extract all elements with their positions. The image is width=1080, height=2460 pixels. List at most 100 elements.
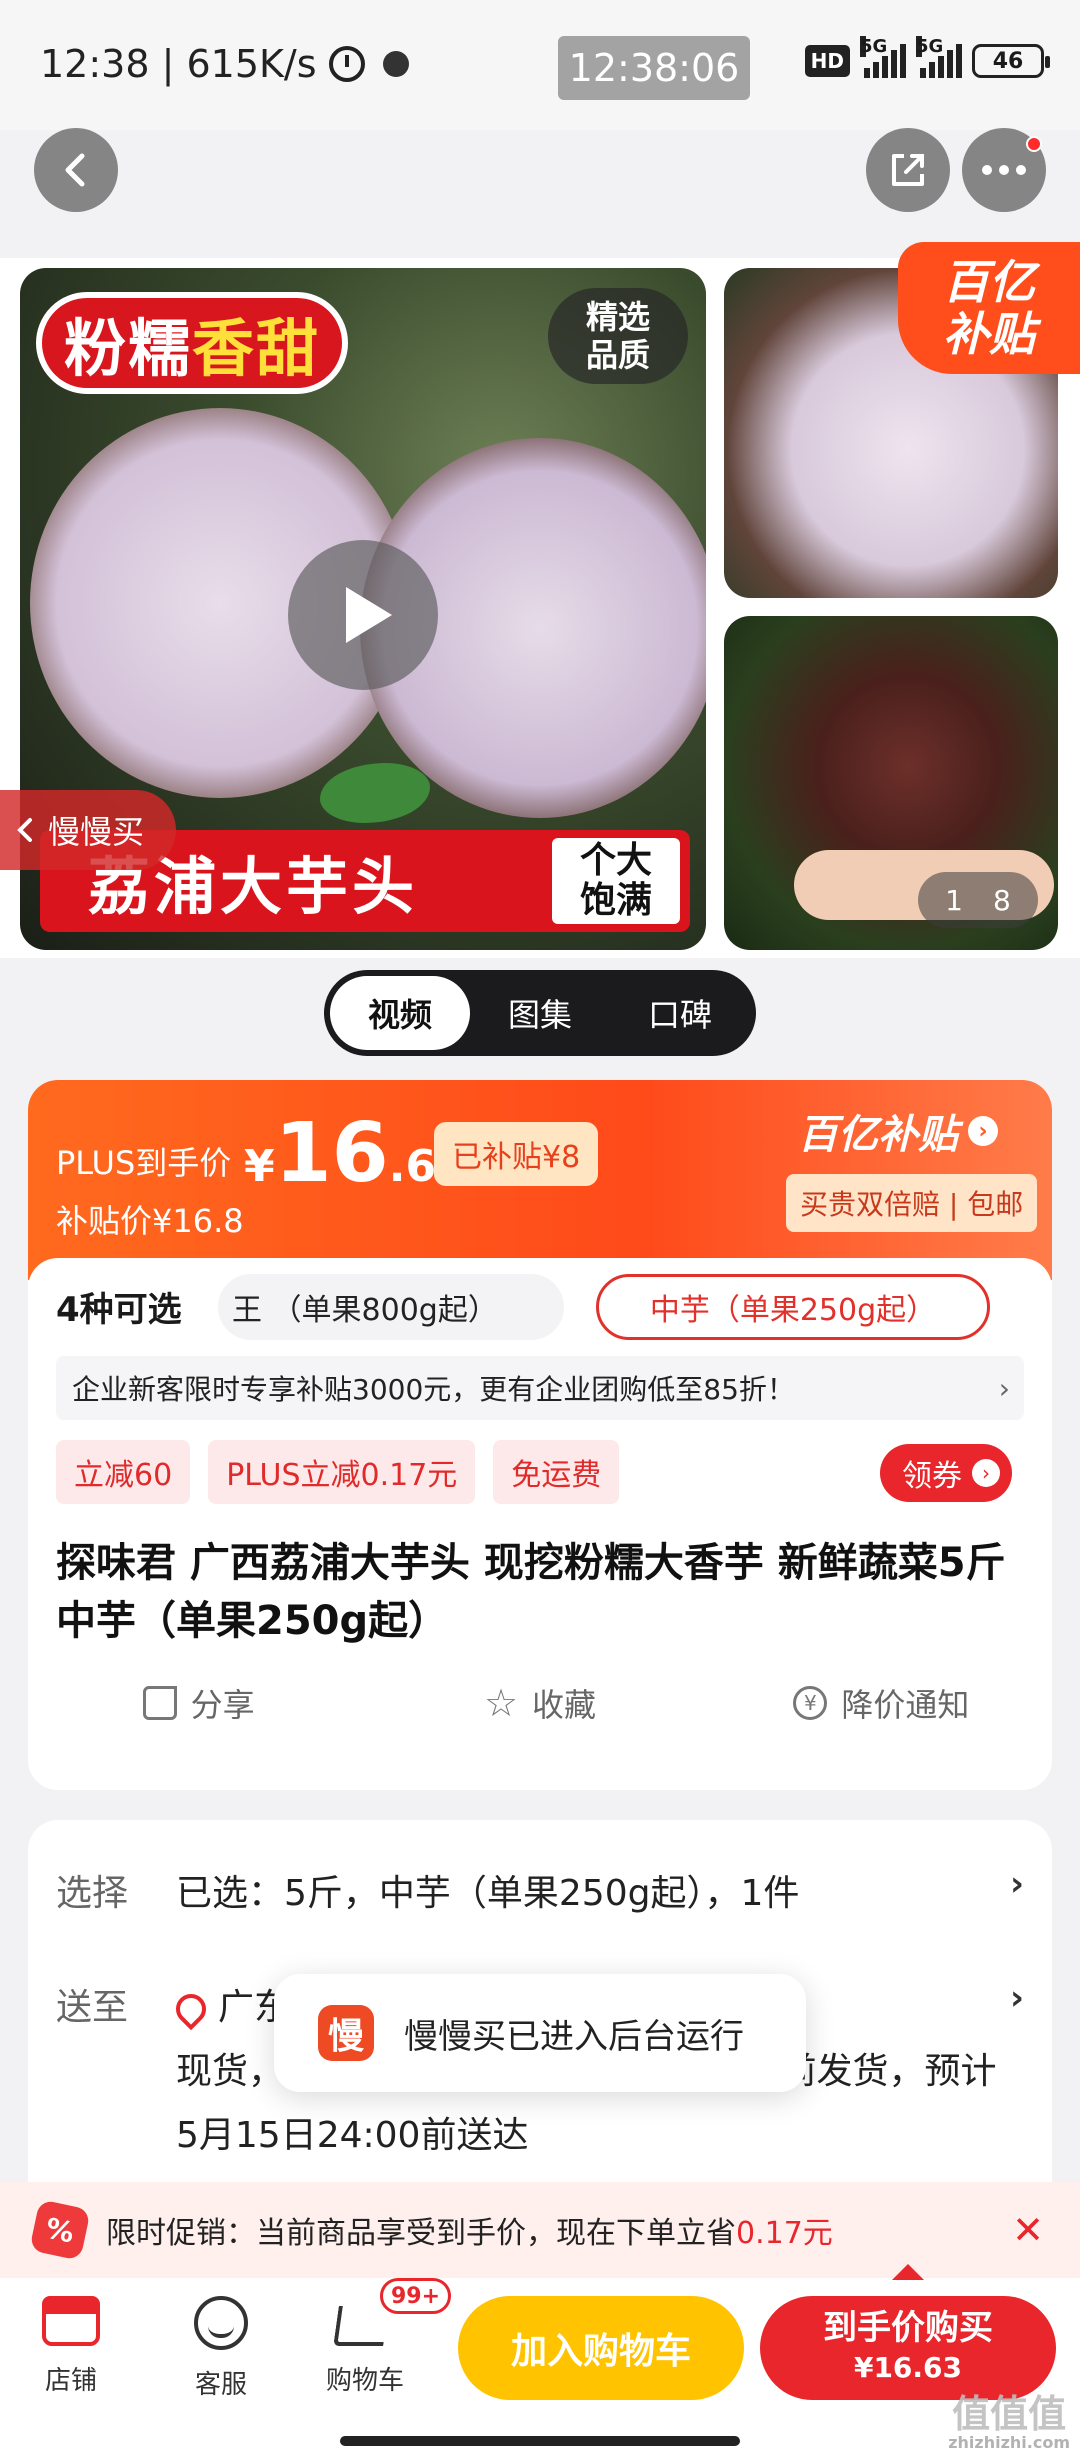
share-button[interactable]	[866, 128, 950, 212]
cart-label: 购物车	[325, 2366, 404, 2396]
buy-now-button[interactable]: 到手价购买 ¥16.63	[760, 2296, 1056, 2400]
limited-promo-text: 限时促销：当前商品享受到手价，现在下单立省0.17元	[106, 2208, 833, 2252]
more-dots-icon	[982, 165, 1026, 175]
service-label: 客服	[194, 2370, 247, 2400]
shop-label: 店铺	[44, 2366, 97, 2396]
options-count: 4种可选	[56, 1290, 182, 1330]
share-action[interactable]: 分享	[28, 1668, 369, 1738]
home-indicator	[340, 2436, 740, 2446]
yen-bell-icon: ¥	[793, 1686, 828, 1720]
close-icon[interactable]: ✕	[1012, 2208, 1044, 2252]
billion-subsidy-logo: 百亿补贴	[798, 1112, 958, 1158]
image-counter: 1 8	[918, 872, 1038, 928]
price-alert-action[interactable]: ¥ 降价通知	[711, 1668, 1052, 1738]
favorite-action[interactable]: ☆ 收藏	[369, 1668, 710, 1738]
buy-now-label: 到手价购买	[823, 2308, 993, 2348]
share-icon	[892, 154, 924, 186]
size-badge-line2: 饱满	[579, 880, 652, 921]
slow-buy-label: 慢慢买	[48, 813, 145, 851]
selection-label: 选择	[56, 1873, 129, 1914]
tab-gallery[interactable]: 图集	[470, 976, 610, 1050]
selection-value[interactable]: 已选：5斤，中芋（单果250g起），1件	[176, 1864, 799, 1916]
favorite-label: 收藏	[532, 1686, 597, 1724]
status-right: HD 5G 5G 46	[804, 36, 1050, 78]
buy-now-price: ¥16.63	[853, 2351, 963, 2384]
shop-button[interactable]: 店铺	[16, 2296, 126, 2397]
delivery-address[interactable]: 广东	[169, 1978, 290, 2031]
subsidized-badge: 已补贴¥8	[434, 1122, 599, 1186]
customer-service-button[interactable]: 客服	[166, 2296, 276, 2401]
quality-badge: 精选 品质	[548, 288, 688, 384]
promo-tag: 立减60	[56, 1440, 191, 1504]
enterprise-promo-bar[interactable]: 企业新客限时专享补贴3000元，更有企业团购低至85折！ ›	[56, 1356, 1024, 1420]
option-chip-prev[interactable]: 王 （单果800g起）	[218, 1274, 564, 1340]
quality-badge-line1: 精选	[585, 298, 650, 336]
subsidy-price: 补贴价¥16.8	[56, 1202, 244, 1240]
share-icon	[142, 1686, 177, 1720]
shop-icon	[42, 2296, 100, 2346]
buy-tooltip-arrow	[892, 2264, 924, 2280]
watermark-main: 值值值	[952, 2392, 1067, 2436]
unread-dot	[1026, 136, 1042, 152]
chevron-right-icon[interactable]: ›	[1010, 1864, 1024, 1904]
price-header: PLUS到手价 ¥16.63 已补贴¥8 补贴价¥16.8 百亿补贴 › 买贵双…	[28, 1080, 1052, 1280]
more-button[interactable]	[962, 128, 1046, 212]
chevron-right-icon[interactable]: ›	[1010, 1978, 1024, 2018]
delivery-label: 送至	[56, 1987, 129, 2028]
promo-tag: PLUS立减0.17元	[208, 1440, 476, 1504]
signal-icon-2: 5G	[916, 36, 962, 78]
cart-button[interactable]: 99+ 购物车	[310, 2278, 452, 2397]
size-badge: 个大 饱满	[552, 838, 680, 924]
site-watermark: 值值值 zhizhizhi.com	[948, 2394, 1070, 2452]
battery-icon: 46	[972, 44, 1050, 78]
product-title: 探味君 广西荔浦大芋头 现挖粉糯大香芋 新鲜蔬菜5斤 中芋（单果250g起）	[56, 1540, 1006, 1644]
promo-tag: 免运费	[493, 1440, 620, 1504]
chevron-left-icon	[65, 153, 85, 187]
chevron-right-icon: ›	[972, 1459, 1000, 1487]
add-to-cart-button[interactable]: 加入购物车	[458, 2296, 744, 2400]
toast-text: 慢慢买已进入后台运行	[404, 2016, 744, 2057]
subsidy-corner-line2: 补贴	[943, 307, 1035, 361]
product-actions: 分享 ☆ 收藏 ¥ 降价通知	[28, 1668, 1052, 1738]
subsidy-corner-badge: 百亿 补贴	[898, 242, 1080, 374]
status-left: 12:38 | 615K/s	[40, 42, 409, 86]
share-label: 分享	[190, 1686, 255, 1724]
cart-count-badge: 99+	[380, 2278, 452, 2314]
alarm-icon	[328, 46, 365, 82]
mint-leaf	[320, 763, 430, 823]
star-icon: ☆	[483, 1681, 519, 1725]
status-bar: 12:38 | 615K/s 12:38:06 HD 5G 5G 46	[0, 0, 1080, 130]
limited-promo-amount: 0.17元	[736, 2216, 833, 2251]
slow-buy-tag[interactable]: 慢慢买	[0, 790, 177, 870]
chevron-left-icon	[17, 818, 32, 842]
currency-symbol: ¥	[244, 1141, 275, 1192]
percent-icon: %	[29, 2199, 91, 2261]
location-pin-icon	[169, 1987, 213, 2031]
chat-face-icon	[194, 2296, 248, 2350]
bottom-action-bar: 店铺 客服 99+ 购物车 加入购物车 到手价购买 ¥16.63 值值值 zhi…	[0, 2264, 1080, 2460]
get-coupon-button[interactable]: 领券 ›	[880, 1444, 1012, 1502]
size-badge-line1: 个大	[579, 840, 652, 881]
back-button[interactable]	[34, 128, 118, 212]
notification-dot-icon	[382, 51, 409, 77]
tab-reviews[interactable]: 口碑	[610, 976, 750, 1050]
price-integer: 16	[274, 1106, 389, 1201]
feature-badge-text-1: 粉糯	[64, 312, 193, 385]
watermark-sub: zhizhizhi.com	[948, 2433, 1070, 2452]
subsidy-corner-line1: 百亿	[943, 255, 1035, 309]
counter-total: 8	[993, 883, 1011, 917]
quality-badge-line2: 品质	[585, 336, 650, 374]
guarantee-badge: 买贵双倍赔 | 包邮	[786, 1174, 1038, 1232]
media-tabs: 视频 图集 口碑	[324, 970, 756, 1056]
play-icon[interactable]	[288, 540, 438, 690]
price-card: PLUS到手价 ¥16.63 已补贴¥8 补贴价¥16.8 百亿补贴 › 买贵双…	[28, 1080, 1052, 1790]
signal-icon: 5G	[860, 36, 906, 78]
tab-video[interactable]: 视频	[330, 976, 470, 1050]
billion-subsidy-link[interactable]: 百亿补贴 ›	[798, 1102, 998, 1160]
cart-icon-wrap: 99+	[333, 2278, 452, 2346]
hd-icon: HD	[804, 45, 850, 77]
option-chip-selected[interactable]: 中芋（单果250g起）	[596, 1274, 990, 1340]
chevron-right-icon: ›	[968, 1116, 998, 1146]
plus-price-label: PLUS到手价	[56, 1144, 232, 1182]
promo-tags: 立减60 PLUS立减0.17元 免运费	[56, 1440, 620, 1504]
